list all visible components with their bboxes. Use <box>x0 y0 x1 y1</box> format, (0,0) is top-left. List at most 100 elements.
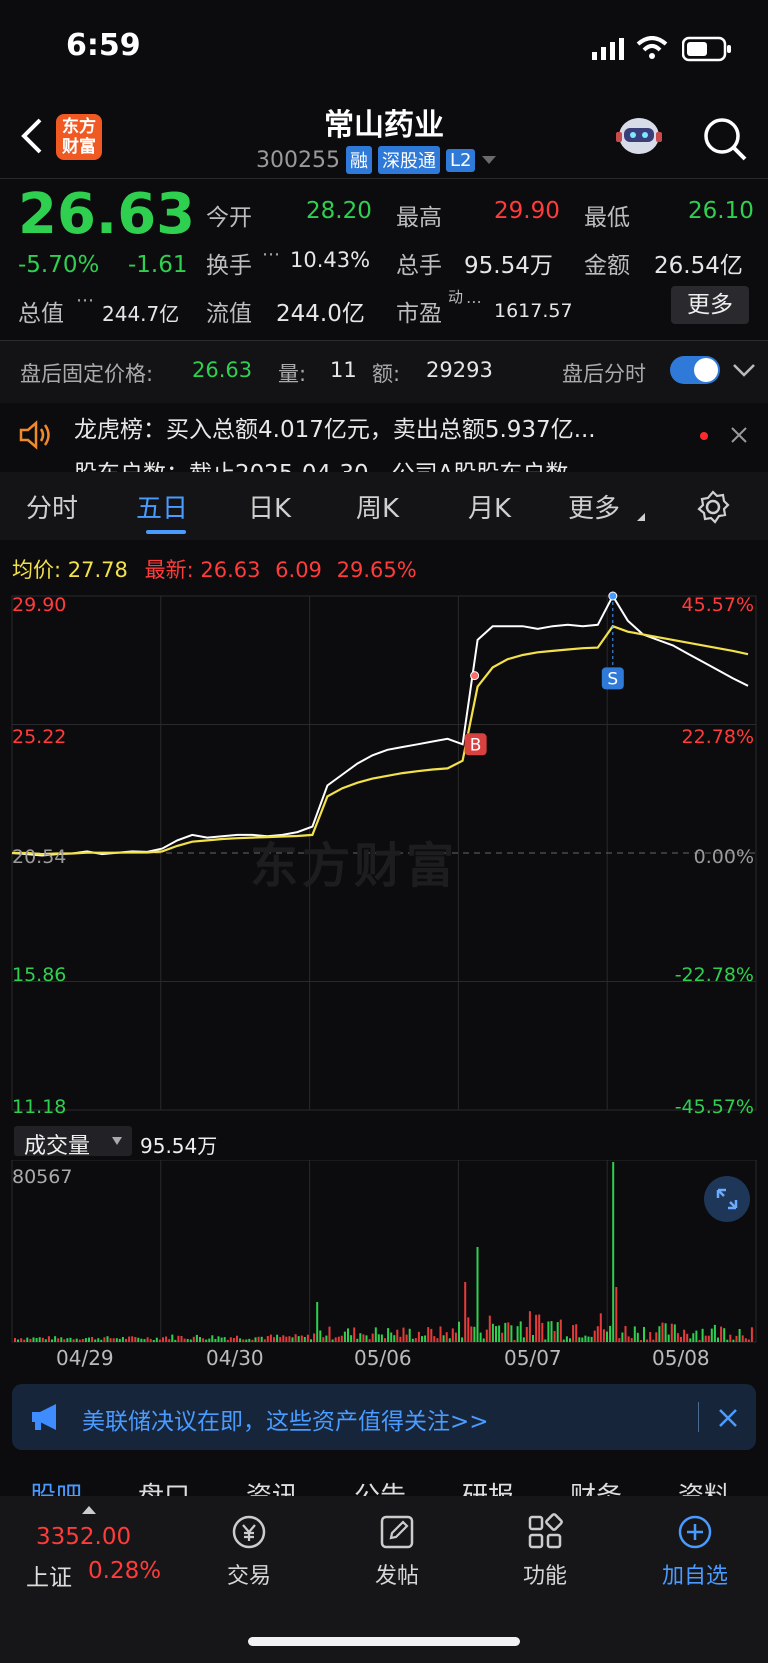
volume-bar <box>695 1330 698 1342</box>
stock-code: 300255 <box>256 147 340 173</box>
volume-bar <box>306 1334 309 1342</box>
volume-total: 95.54万 <box>140 1134 218 1158</box>
volume-bar <box>676 1333 679 1342</box>
sub-tab-news[interactable]: 资讯 <box>246 1476 298 1496</box>
more-quote-button[interactable]: 更多 <box>671 286 749 324</box>
volume-bar <box>698 1339 701 1342</box>
nav-post-label: 发帖 <box>374 1564 419 1589</box>
volume-bar <box>137 1337 140 1342</box>
volume-bar <box>630 1338 633 1342</box>
volume-bar <box>516 1326 519 1342</box>
volume-bar <box>368 1339 371 1342</box>
volume-bar <box>689 1338 692 1342</box>
volume-bar <box>103 1337 106 1342</box>
info-dots-icon[interactable]: ⋯ <box>262 244 280 265</box>
tab-5day[interactable]: 五日 <box>136 488 188 525</box>
speaker-icon <box>19 420 50 450</box>
nav-add-watchlist[interactable]: 加自选 <box>640 1512 750 1590</box>
volume-bar <box>84 1338 87 1342</box>
caret-up-icon <box>82 1506 96 1514</box>
volume-bar <box>88 1337 90 1342</box>
sub-tab-report[interactable]: 研报 <box>462 1476 514 1496</box>
volume-bar <box>461 1337 464 1342</box>
latest-pct: 29.65% <box>336 558 417 582</box>
promo-banner[interactable]: 美联储决议在即，这些资产值得关注>> <box>12 1384 756 1450</box>
volume-bar <box>479 1332 482 1342</box>
volume-bar <box>211 1335 214 1342</box>
promo-close-icon[interactable] <box>718 1408 738 1428</box>
avg-price-line <box>12 624 749 856</box>
y-right-tick-3: 0.00% <box>693 846 754 868</box>
volume-bar <box>171 1334 174 1342</box>
tag-margin: 融 <box>345 146 372 174</box>
index-pct: 0.28% <box>88 1558 162 1584</box>
x-label-5: 05/08 <box>652 1346 710 1370</box>
volume-max: 80567 <box>12 1166 73 1188</box>
volume-selector[interactable]: 成交量 <box>14 1126 132 1159</box>
high-value: 29.90 <box>494 198 560 224</box>
sub-tab-finance[interactable]: 财务 <box>570 1476 622 1496</box>
volume-bar <box>433 1336 436 1342</box>
avg-value: 27.78 <box>67 558 128 582</box>
volume-bar <box>118 1338 121 1342</box>
dropdown-caret-icon <box>112 1137 122 1145</box>
volume-bar <box>541 1322 544 1342</box>
volume-bar <box>544 1339 547 1342</box>
volume-bar <box>322 1337 325 1342</box>
volume-bar <box>390 1332 393 1342</box>
volume-bar <box>23 1339 26 1342</box>
volume-bar <box>550 1321 553 1342</box>
pe-dots-icon[interactable]: ⋯ <box>466 292 482 311</box>
volume-bar <box>535 1314 538 1342</box>
volume-bar <box>328 1326 331 1342</box>
volume-bar <box>128 1336 131 1342</box>
volume-bar <box>482 1338 485 1342</box>
stock-code-row[interactable]: 300255 融 深股通 L2 <box>256 146 497 174</box>
volume-bar <box>260 1336 263 1342</box>
tab-intraday[interactable]: 分时 <box>26 488 78 525</box>
expand-button[interactable] <box>704 1176 750 1222</box>
close-icon[interactable] <box>730 426 748 444</box>
sell-marker-label: S <box>607 669 618 689</box>
volume-bar <box>615 1287 618 1342</box>
nav-trade[interactable]: 交易 <box>194 1512 304 1590</box>
volume-bar <box>504 1322 507 1342</box>
volume-bar <box>581 1337 584 1342</box>
change-value: -1.61 <box>128 252 188 278</box>
volume-bar <box>547 1321 550 1342</box>
tab-weekly-k[interactable]: 周K <box>356 488 399 525</box>
x-label-1: 04/29 <box>56 1346 114 1370</box>
chevron-down-icon[interactable] <box>732 362 756 378</box>
volume-bar <box>624 1326 627 1342</box>
index-widget[interactable]: 3352.00 上证 0.28% <box>20 1506 180 1596</box>
volume-bar <box>183 1338 186 1342</box>
volume-chart[interactable] <box>0 1160 768 1346</box>
settings-gear-icon[interactable] <box>696 490 730 524</box>
buy-marker-label: B <box>470 735 482 755</box>
volume-bar <box>121 1337 124 1342</box>
volume-bar <box>17 1339 20 1342</box>
volume-bar <box>661 1322 664 1342</box>
sub-tab-pankou[interactable]: 盘口 <box>138 1476 190 1496</box>
volume-bar <box>643 1327 645 1342</box>
search-icon[interactable] <box>702 116 748 162</box>
volume-bar <box>134 1337 137 1342</box>
news-ticker[interactable]: 龙虎榜：买入总额4.017亿元，卖出总额5.937亿... 股东户数：截止202… <box>0 404 768 472</box>
after-hours-toggle[interactable] <box>670 356 720 384</box>
sub-tab-guba[interactable]: 股吧 <box>30 1476 82 1496</box>
tab-monthly-k[interactable]: 月K <box>468 488 511 525</box>
sub-tab-notice[interactable]: 公告 <box>354 1476 406 1496</box>
mktcap-dots-icon[interactable]: ⋯ <box>76 290 94 311</box>
volume-bar <box>300 1335 303 1342</box>
y-right-tick-2: 22.78% <box>681 726 754 748</box>
robot-avatar[interactable] <box>614 114 664 160</box>
post-edit-icon <box>380 1515 414 1549</box>
volume-bar <box>69 1337 72 1342</box>
volume-bar <box>498 1325 501 1342</box>
sub-tab-profile[interactable]: 资料 <box>678 1476 730 1496</box>
volume-bar <box>205 1339 208 1342</box>
tab-daily-k[interactable]: 日K <box>248 488 291 525</box>
tab-more[interactable]: 更多 <box>568 488 620 525</box>
nav-post[interactable]: 发帖 <box>342 1512 452 1590</box>
nav-features[interactable]: 功能 <box>490 1512 600 1590</box>
